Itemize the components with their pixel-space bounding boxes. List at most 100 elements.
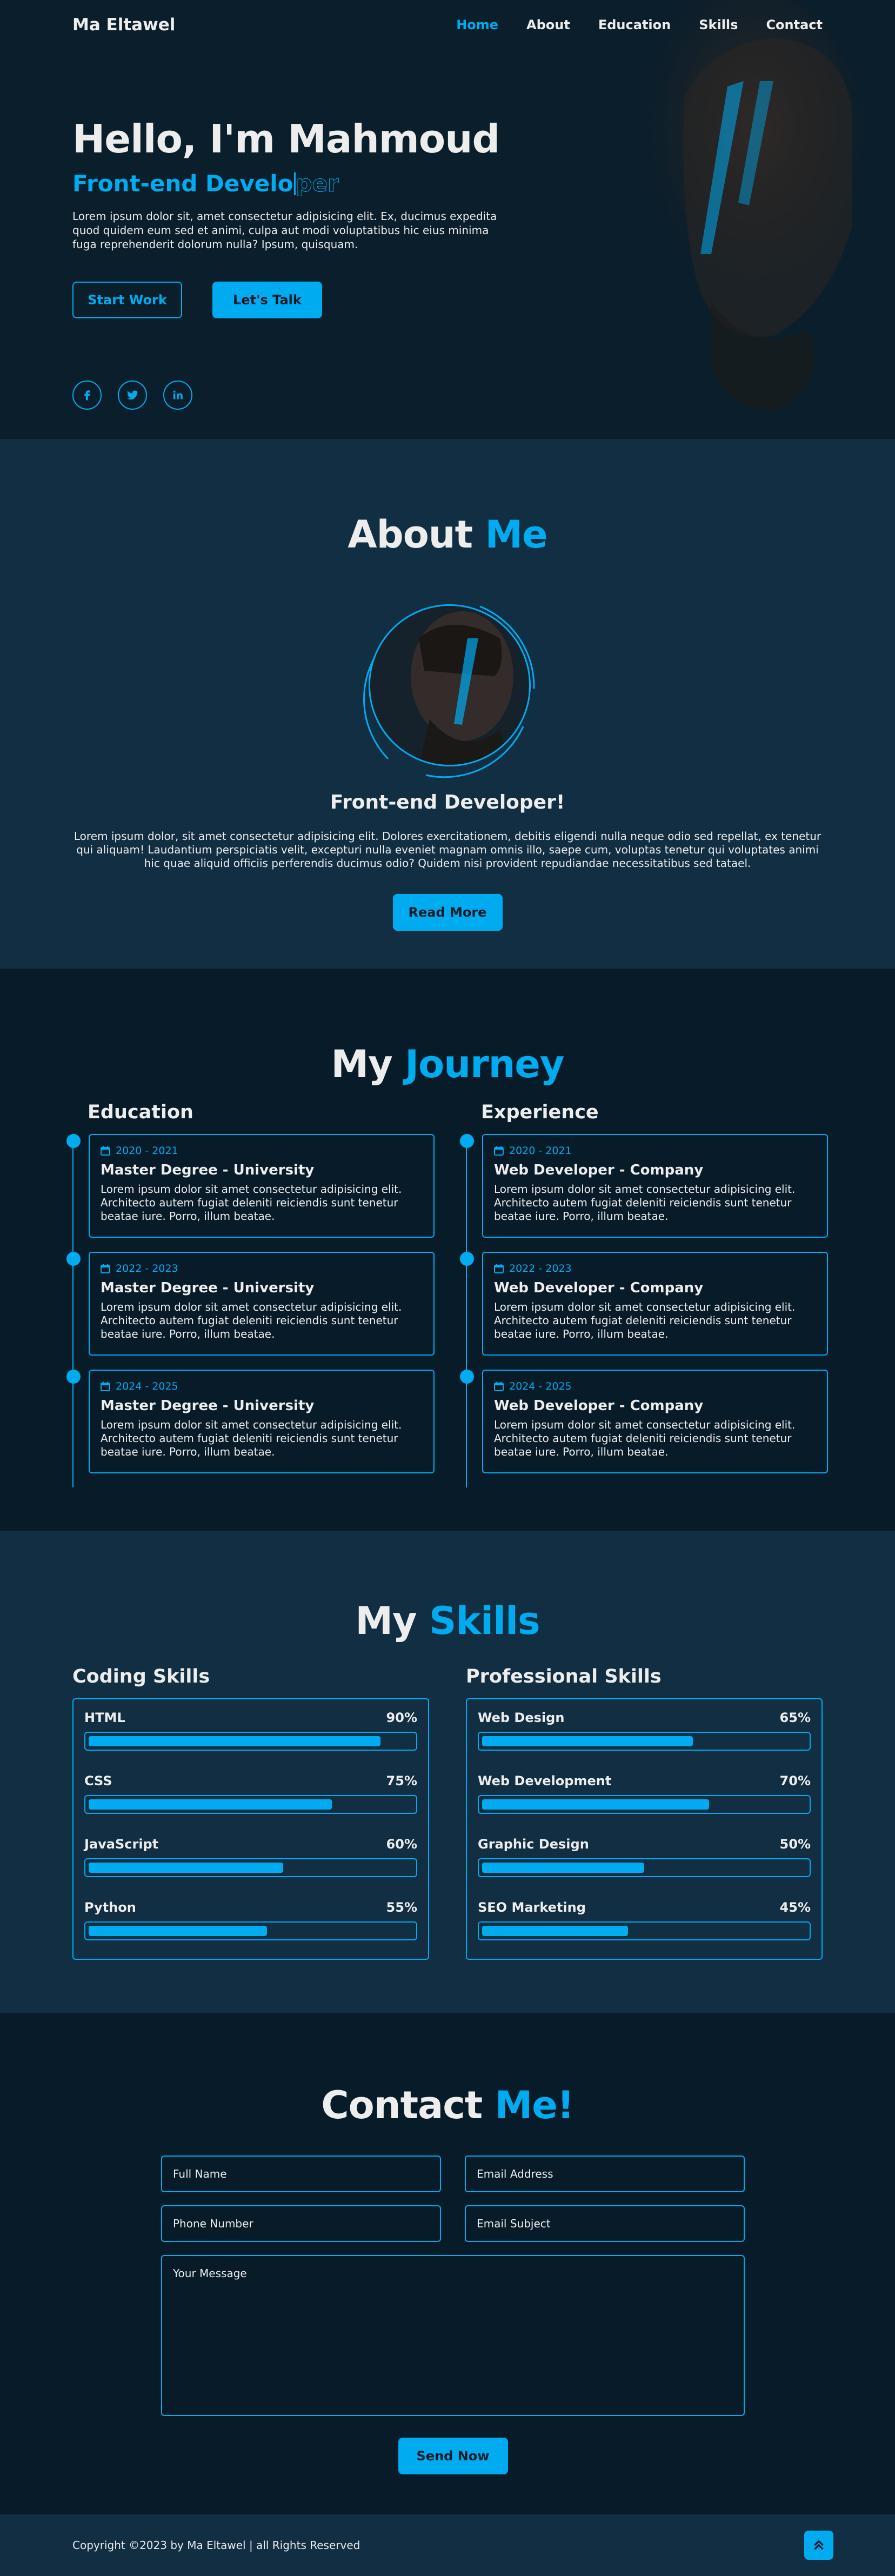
skill-bar — [84, 1732, 417, 1751]
skill-bar-fill — [482, 1863, 644, 1873]
contact-heading: Contact Me! — [0, 2083, 895, 2127]
back-to-top-button[interactable] — [804, 2531, 833, 2560]
timeline-card: 2020 - 2021 Web Developer - Company Lore… — [482, 1134, 828, 1238]
experience-title: Experience — [481, 1102, 599, 1123]
skill-item: HTML 90% — [84, 1710, 417, 1773]
timeline-date: 2020 - 2021 — [101, 1145, 423, 1157]
timeline-title: Web Developer - Company — [494, 1280, 704, 1296]
timeline-date: 2022 - 2023 — [494, 1263, 816, 1274]
skills-columns: Coding Skills HTML 90% CSS 75% JavaScript 6… — [72, 1666, 823, 1960]
skill-bar — [84, 1858, 417, 1877]
timeline-text: Lorem ipsum dolor sit amet consectetur a… — [494, 1418, 796, 1458]
navbar: Ma Eltawel Home About Education Skills C… — [0, 0, 895, 50]
email-subject-input[interactable] — [465, 2205, 745, 2242]
email-address-input[interactable] — [465, 2155, 745, 2192]
timeline-text: Lorem ipsum dolor sit amet consectetur a… — [494, 1183, 796, 1223]
skill-item: Web Development 70% — [478, 1773, 811, 1837]
form-row — [161, 2205, 745, 2242]
skills-section: My Skills Coding Skills HTML 90% CSS 75% J… — [0, 1531, 895, 2013]
timeline-item: 2020 - 2021 Web Developer - Company Lore… — [460, 1134, 828, 1252]
send-now-button[interactable]: Send Now — [398, 2438, 508, 2474]
timeline-title: Web Developer - Company — [494, 1398, 704, 1414]
nav-link-home[interactable]: Home — [456, 17, 498, 32]
timeline-dot — [460, 1134, 474, 1148]
hero-description: Lorem ipsum dolor sit, amet consectetur … — [72, 210, 497, 251]
skill-bar — [478, 1795, 811, 1814]
timeline-item: 2022 - 2023 Web Developer - Company Lore… — [460, 1252, 828, 1370]
skill-percent: 90% — [386, 1710, 417, 1725]
read-more-button[interactable]: Read More — [392, 894, 503, 931]
skill-bar-fill — [482, 1799, 709, 1810]
timeline-date: 2020 - 2021 — [494, 1145, 816, 1157]
skill-item: CSS 75% — [84, 1773, 417, 1837]
contact-form: Send Now — [161, 2155, 745, 2474]
skill-percent: 45% — [779, 1900, 811, 1915]
facebook-icon[interactable] — [72, 381, 102, 410]
start-work-button[interactable]: Start Work — [72, 282, 182, 319]
timeline-title: Master Degree - University — [101, 1398, 315, 1414]
timeline-date: 2022 - 2023 — [101, 1263, 423, 1274]
skill-name: Graphic Design — [478, 1837, 589, 1852]
nav-link-education[interactable]: Education — [598, 17, 671, 32]
timeline-date-text: 2020 - 2021 — [116, 1145, 178, 1157]
hero-portrait-image — [549, 0, 895, 439]
calendar-icon — [494, 1146, 504, 1156]
timeline-item: 2024 - 2025 Web Developer - Company Lore… — [460, 1370, 828, 1487]
timeline-title: Master Degree - University — [101, 1162, 315, 1178]
about-image-wrapper — [356, 597, 539, 780]
skill-bar-fill — [89, 1863, 283, 1873]
site-logo[interactable]: Ma Eltawel — [72, 15, 175, 35]
skill-bar-fill — [482, 1736, 693, 1746]
education-timeline: 2020 - 2021 Master Degree - University L… — [66, 1134, 435, 1487]
timeline-item: 2022 - 2023 Master Degree - University L… — [66, 1252, 435, 1370]
timeline-card: 2020 - 2021 Master Degree - University L… — [89, 1134, 435, 1238]
timeline-dot — [66, 1252, 81, 1266]
hero-subtitle-rest: per — [296, 170, 339, 197]
timeline-title: Master Degree - University — [101, 1280, 315, 1296]
about-button-wrap: Read More — [0, 894, 895, 931]
timeline-date-text: 2024 - 2025 — [116, 1380, 178, 1392]
contact-heading-text: Contact — [321, 2083, 483, 2127]
timeline-card: 2022 - 2023 Master Degree - University L… — [89, 1252, 435, 1356]
message-textarea[interactable] — [161, 2255, 745, 2416]
nav-link-contact[interactable]: Contact — [766, 17, 823, 32]
coding-skills-title: Coding Skills — [72, 1666, 210, 1687]
skill-bar-fill — [482, 1926, 628, 1936]
skill-bar — [84, 1795, 417, 1814]
skill-percent: 50% — [779, 1837, 811, 1852]
timeline-dot — [460, 1370, 474, 1384]
skill-item: SEO Marketing 45% — [478, 1900, 811, 1963]
timeline-text: Lorem ipsum dolor sit amet consectetur a… — [494, 1300, 796, 1340]
nav-link-about[interactable]: About — [526, 17, 570, 32]
timeline-title: Web Developer - Company — [494, 1162, 704, 1178]
about-heading-accent: Me — [485, 512, 547, 557]
skill-bar — [478, 1732, 811, 1751]
education-title: Education — [88, 1102, 193, 1123]
timeline-text: Lorem ipsum dolor sit amet consectetur a… — [101, 1183, 402, 1223]
skill-name: HTML — [84, 1710, 125, 1725]
coding-skills-box: HTML 90% CSS 75% JavaScript 60% Python 55% — [72, 1698, 429, 1960]
twitter-icon[interactable] — [118, 381, 147, 410]
linkedin-icon[interactable] — [163, 381, 192, 410]
nav-link-skills[interactable]: Skills — [699, 17, 738, 32]
calendar-icon — [494, 1382, 504, 1391]
skill-name: CSS — [84, 1773, 112, 1788]
social-links — [72, 381, 192, 410]
experience-column: Experience 2020 - 2021 Web Developer - C… — [460, 1102, 828, 1487]
timeline-dot — [460, 1252, 474, 1266]
skill-percent: 60% — [386, 1837, 417, 1852]
skill-bar-fill — [89, 1799, 332, 1810]
timeline-card: 2024 - 2025 Master Degree - University L… — [89, 1370, 435, 1473]
skill-percent: 55% — [386, 1900, 417, 1915]
full-name-input[interactable] — [161, 2155, 441, 2192]
phone-number-input[interactable] — [161, 2205, 441, 2242]
skill-name: Web Development — [478, 1773, 612, 1788]
timeline-date-text: 2022 - 2023 — [509, 1263, 572, 1274]
about-heading: About Me — [0, 512, 895, 557]
professional-skills-box: Web Design 65% Web Development 70% Graphic… — [466, 1698, 823, 1960]
lets-talk-button[interactable]: Let's Talk — [212, 282, 322, 319]
skill-bar — [84, 1921, 417, 1940]
journey-columns: Education 2020 - 2021 Master Degree - Un… — [66, 1102, 828, 1487]
journey-heading: My Journey — [0, 1042, 895, 1086]
home-section: Ma Eltawel Home About Education Skills C… — [0, 0, 895, 439]
